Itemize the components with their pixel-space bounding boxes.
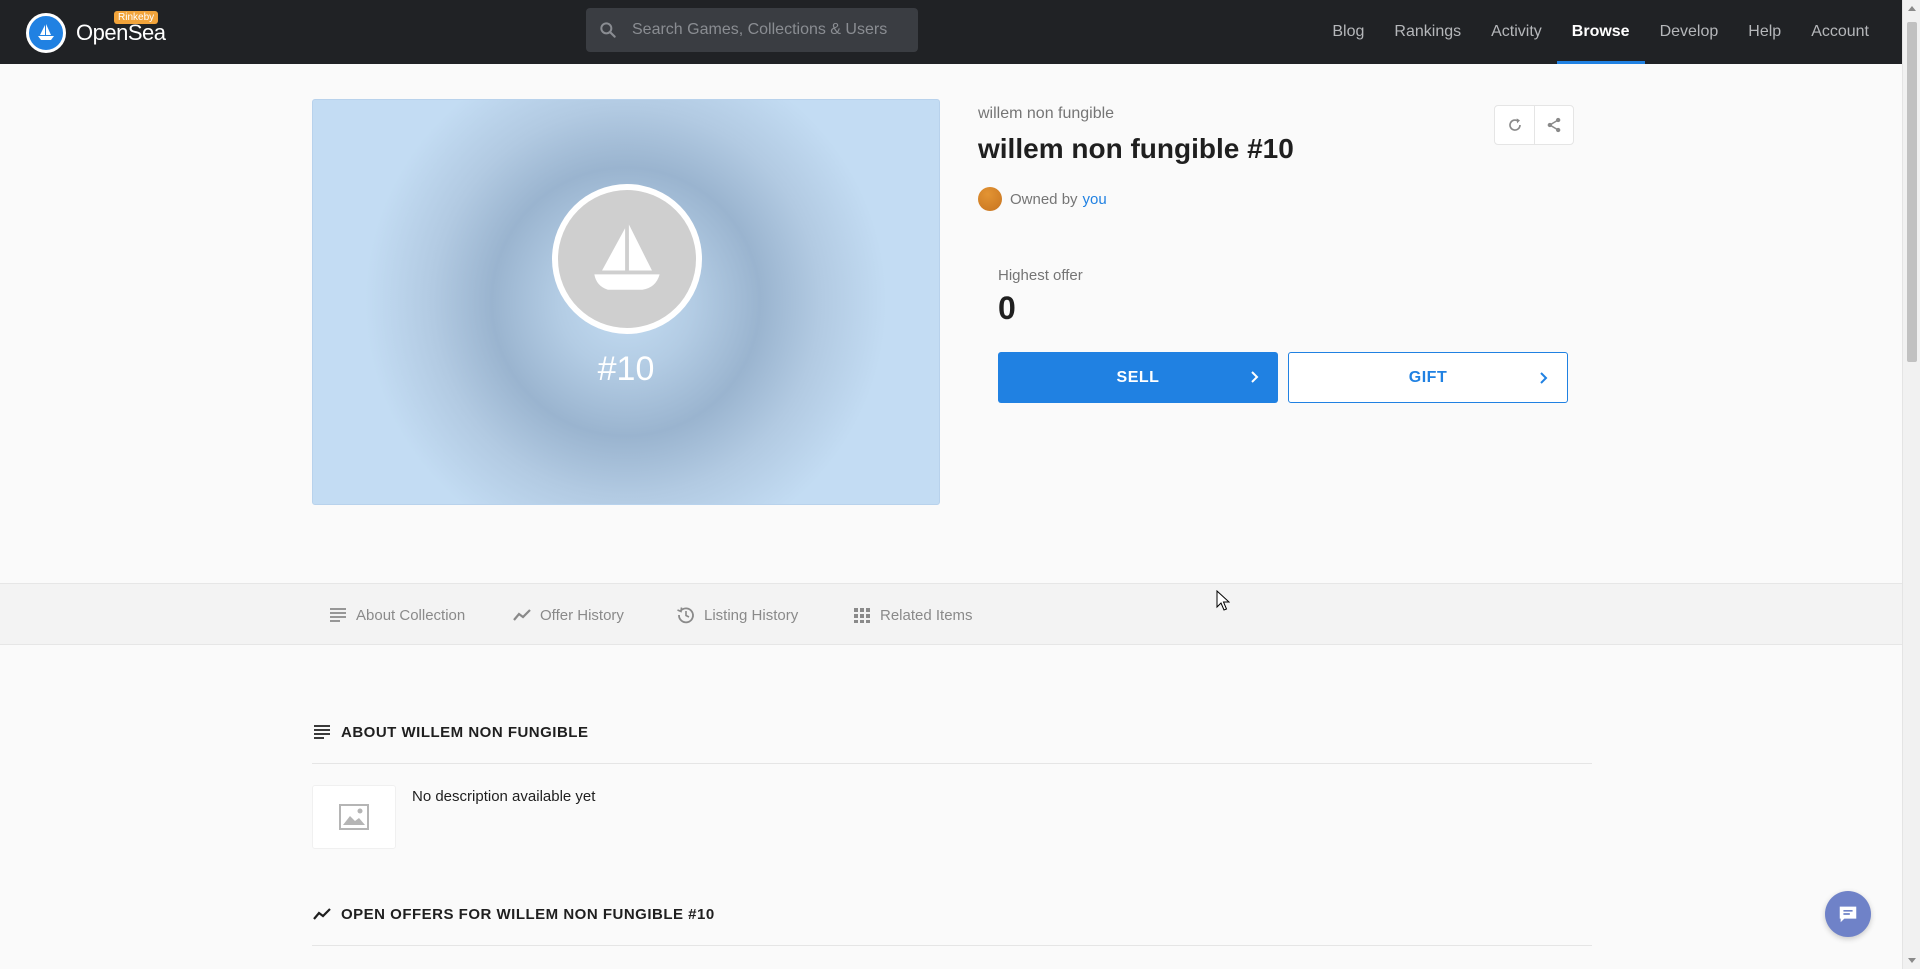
owner-link[interactable]: you bbox=[1083, 191, 1107, 208]
search-input[interactable] bbox=[632, 21, 902, 39]
image-placeholder-icon bbox=[339, 804, 369, 830]
nav-account[interactable]: Account bbox=[1796, 0, 1884, 64]
owned-by-label: Owned by bbox=[1010, 190, 1078, 208]
main-nav: Blog Rankings Activity Browse Develop He… bbox=[1317, 0, 1884, 64]
trend-icon bbox=[313, 908, 331, 920]
chat-button[interactable] bbox=[1825, 891, 1871, 937]
highest-offer-value: 0 bbox=[998, 290, 1016, 326]
asset-image[interactable]: #10 bbox=[312, 99, 940, 505]
top-navigation-bar: OpenSea Rinkeby Blog Rankings Activity B… bbox=[0, 0, 1902, 64]
asset-tools bbox=[1494, 105, 1574, 145]
asset-image-label: #10 bbox=[597, 350, 655, 388]
gift-button[interactable]: GIFT bbox=[1288, 352, 1568, 403]
owner-row: Owned by you bbox=[978, 187, 1572, 211]
nav-help[interactable]: Help bbox=[1733, 0, 1796, 64]
lines-icon bbox=[314, 725, 330, 739]
tab-label: About Collection bbox=[356, 606, 466, 624]
section-divider bbox=[312, 763, 1592, 764]
tab-related-items[interactable]: Related Items bbox=[852, 584, 973, 646]
chevron-right-icon bbox=[1540, 372, 1548, 384]
tab-label: Listing History bbox=[704, 606, 799, 624]
search-bar[interactable] bbox=[586, 8, 918, 52]
history-icon bbox=[677, 607, 694, 624]
scroll-down-arrow-icon[interactable] bbox=[1908, 958, 1916, 963]
tab-label: Related Items bbox=[880, 606, 973, 624]
highest-offer-label: Highest offer bbox=[998, 267, 1083, 284]
network-badge: Rinkeby bbox=[114, 11, 159, 24]
collection-thumbnail bbox=[312, 785, 396, 849]
offers-section-title: OPEN OFFERS FOR WILLEM NON FUNGIBLE #10 bbox=[312, 904, 715, 924]
scrollbar-thumb[interactable] bbox=[1907, 22, 1917, 362]
tab-offer-history[interactable]: Offer History bbox=[512, 584, 624, 646]
section-divider bbox=[312, 945, 1592, 946]
grid-icon bbox=[854, 608, 870, 623]
lines-icon bbox=[330, 608, 346, 622]
page-scrollbar[interactable] bbox=[1902, 0, 1920, 969]
about-section-title: ABOUT WILLEM NON FUNGIBLE bbox=[312, 722, 588, 742]
mouse-cursor-icon bbox=[1216, 590, 1230, 611]
sell-button[interactable]: SELL bbox=[998, 352, 1278, 403]
chat-icon bbox=[1839, 906, 1857, 923]
nav-rankings[interactable]: Rankings bbox=[1379, 0, 1476, 64]
ship-icon bbox=[594, 224, 660, 290]
scroll-up-arrow-icon[interactable] bbox=[1908, 6, 1916, 11]
tab-about-collection[interactable]: About Collection bbox=[328, 584, 465, 646]
asset-image-badge bbox=[552, 184, 702, 334]
share-icon bbox=[1547, 117, 1561, 133]
tab-label: Offer History bbox=[540, 606, 624, 624]
ship-logo-icon bbox=[26, 13, 66, 53]
sell-button-label: SELL bbox=[1116, 368, 1160, 386]
refresh-button[interactable] bbox=[1495, 106, 1534, 144]
nav-develop[interactable]: Develop bbox=[1645, 0, 1734, 64]
tab-listing-history[interactable]: Listing History bbox=[676, 584, 798, 646]
gift-button-label: GIFT bbox=[1408, 368, 1448, 386]
nav-activity[interactable]: Activity bbox=[1476, 0, 1557, 64]
collection-description: No description available yet bbox=[412, 788, 596, 805]
asset-title: willem non fungible #10 bbox=[978, 133, 1294, 164]
asset-info: willem non fungible willem non fungible … bbox=[978, 105, 1572, 211]
nav-blog[interactable]: Blog bbox=[1317, 0, 1379, 64]
share-button[interactable] bbox=[1534, 106, 1573, 144]
chevron-right-icon bbox=[1251, 371, 1259, 383]
section-tabs: About Collection Offer History Listing H… bbox=[0, 583, 1902, 645]
nav-browse[interactable]: Browse bbox=[1556, 0, 1645, 64]
refresh-icon bbox=[1508, 118, 1521, 131]
opensea-logo[interactable]: OpenSea Rinkeby bbox=[26, 11, 166, 53]
collection-link[interactable]: willem non fungible bbox=[978, 105, 1572, 123]
search-icon bbox=[600, 22, 616, 38]
trend-icon bbox=[513, 609, 531, 621]
owner-avatar[interactable] bbox=[978, 187, 1002, 211]
